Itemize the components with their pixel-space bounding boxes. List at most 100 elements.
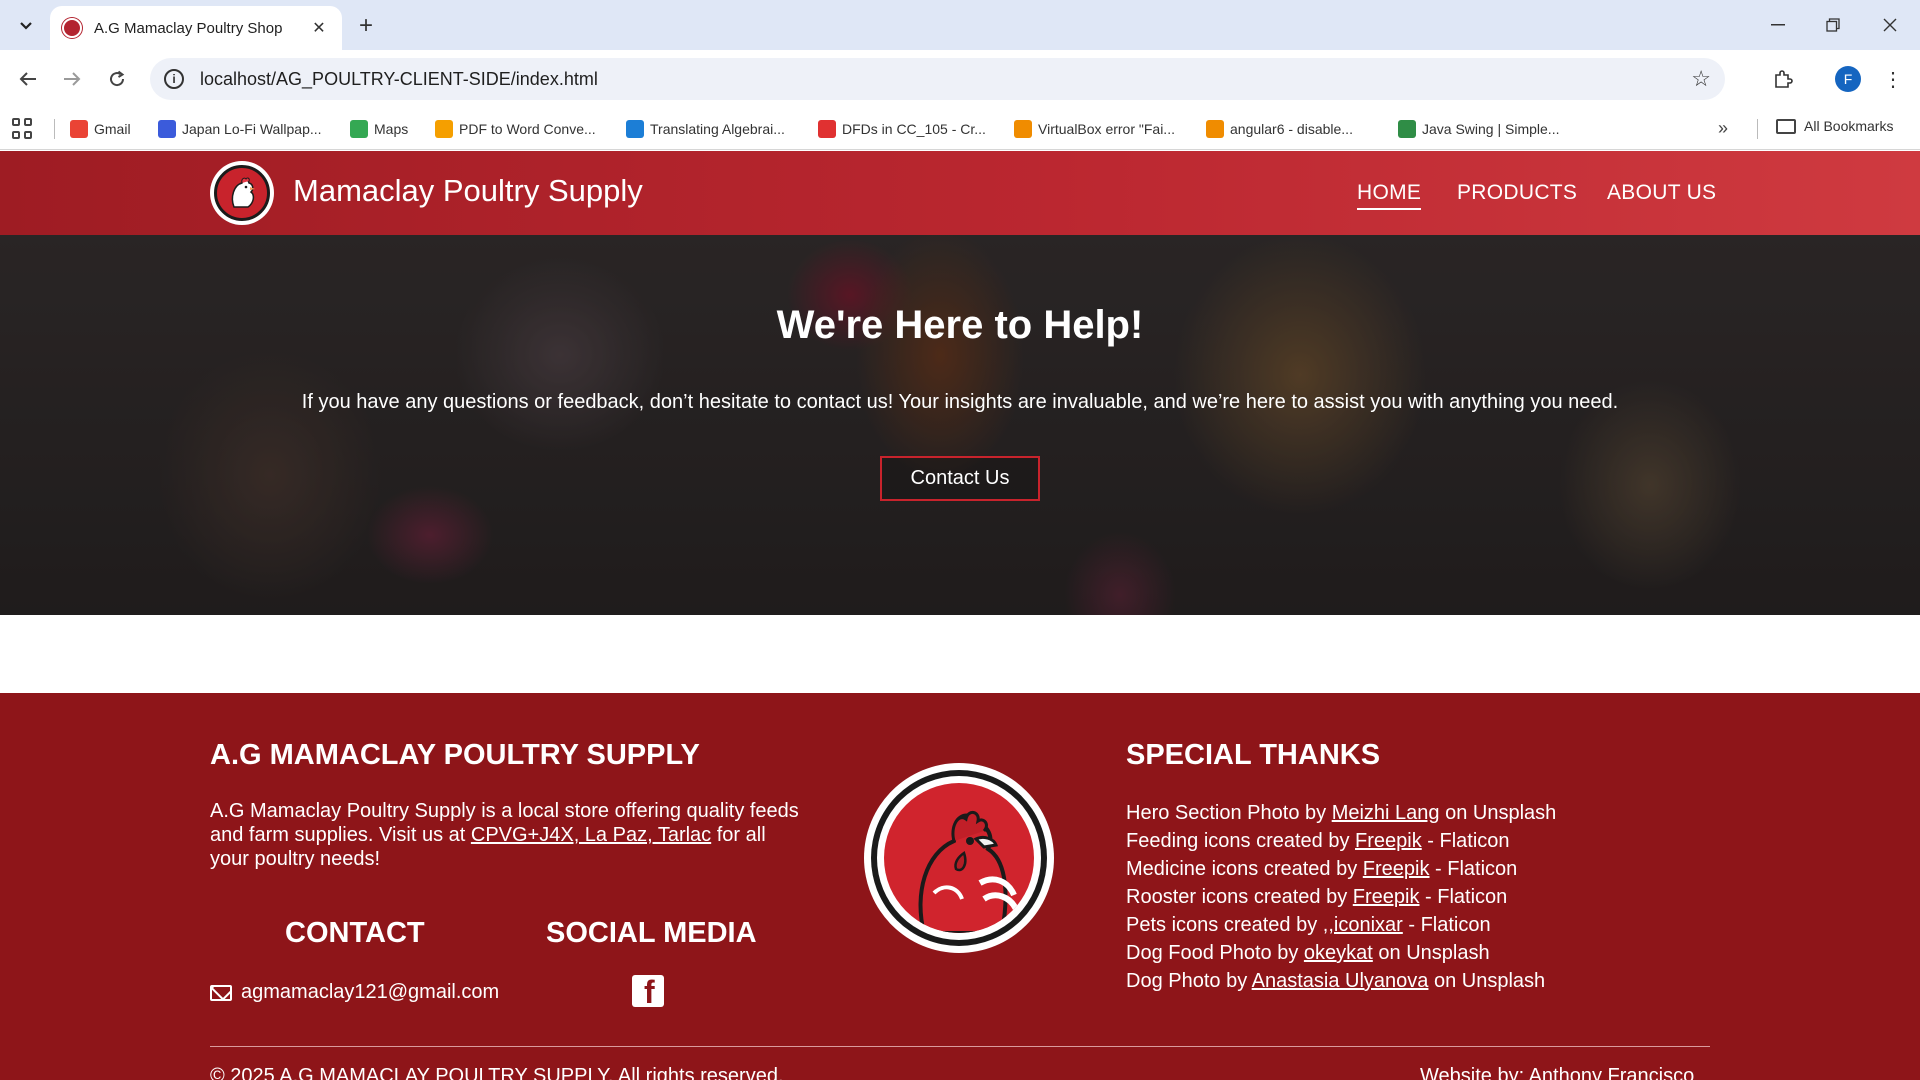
close-window-icon[interactable] — [1870, 8, 1910, 42]
hero-section: We're Here to Help! If you have any ques… — [0, 235, 1920, 615]
thanks-item: Medicine icons created by Freepik - Flat… — [1126, 855, 1556, 883]
contact-email[interactable]: agmamaclay121@gmail.com — [210, 981, 499, 1004]
bookmark-label: Japan Lo-Fi Wallpap... — [182, 121, 322, 137]
more-bookmarks-chevron-icon[interactable]: » — [1718, 118, 1728, 139]
new-tab-plus-icon[interactable]: + — [352, 12, 380, 40]
hero-background-photo — [0, 235, 1920, 615]
browser-menu-icon[interactable]: ⋮ — [1880, 64, 1906, 94]
bookmark-label: DFDs in CC_105 - Cr... — [842, 121, 986, 137]
pdf-converter-icon — [435, 120, 453, 138]
thanks-text: Dog Photo by — [1126, 970, 1252, 992]
nav-link-products[interactable]: PRODUCTS — [1457, 181, 1577, 205]
tab-title: A.G Mamaclay Poultry Shop — [94, 19, 283, 37]
bookmark-item[interactable]: Maps — [350, 118, 408, 140]
nav-link-about-us[interactable]: ABOUT US — [1607, 181, 1716, 205]
tab-search-chevron-icon[interactable] — [12, 12, 40, 40]
credit-link[interactable]: Freepik — [1363, 858, 1430, 880]
contact-us-button[interactable]: Contact Us — [880, 456, 1040, 501]
website-credit: Website by: Anthony Francisco — [1420, 1065, 1695, 1080]
facebook-icon[interactable]: f — [632, 975, 664, 1007]
credit-link[interactable]: ,,iconixar — [1323, 914, 1403, 936]
bookmark-item[interactable]: PDF to Word Conve... — [435, 118, 596, 140]
thanks-item: Rooster icons created by Freepik - Flati… — [1126, 883, 1556, 911]
site-title[interactable]: Mamaclay Poultry Supply — [293, 173, 643, 209]
site-logo[interactable] — [210, 161, 274, 225]
stackoverflow-icon — [1014, 120, 1032, 138]
all-bookmarks-button[interactable]: All Bookmarks — [1776, 118, 1893, 134]
credit-link[interactable]: Meizhi Lang — [1332, 802, 1440, 824]
hero-title: We're Here to Help! — [776, 303, 1144, 347]
thanks-text: Hero Section Photo by — [1126, 802, 1332, 824]
contact-heading: CONTACT — [285, 917, 425, 949]
active-tab[interactable]: A.G Mamaclay Poultry Shop ✕ — [50, 6, 342, 50]
bookmark-item[interactable]: angular6 - disable... — [1206, 118, 1353, 140]
thanks-text: - Flaticon — [1402, 914, 1491, 936]
mail-icon — [210, 984, 232, 1001]
thanks-text: Rooster icons created by — [1126, 886, 1353, 908]
address-bar[interactable]: i localhost/AG_POULTRY-CLIENT-SIDE/index… — [150, 58, 1725, 100]
special-thanks-heading: SPECIAL THANKS — [1126, 739, 1381, 771]
back-arrow-icon[interactable] — [12, 63, 44, 95]
folder-icon — [1776, 118, 1796, 134]
bookmarks-divider — [1757, 119, 1758, 139]
browser-tab-bar: A.G Mamaclay Poultry Shop ✕ + — [0, 0, 1920, 50]
apps-grid-icon[interactable] — [12, 118, 34, 140]
bookmark-label: angular6 - disable... — [1230, 121, 1353, 137]
thanks-text: - Flaticon — [1429, 858, 1518, 880]
thanks-text: - Flaticon — [1421, 830, 1510, 852]
profile-avatar[interactable]: F — [1835, 66, 1861, 92]
footer-brand-heading: A.G MAMACLAY POULTRY SUPPLY — [210, 739, 700, 771]
page-viewport: Mamaclay Poultry Supply HOME PRODUCTS AB… — [0, 151, 1920, 1080]
bookmark-item[interactable]: VirtualBox error "Fai... — [1014, 118, 1175, 140]
maps-icon — [350, 120, 368, 138]
bookmark-star-icon[interactable]: ☆ — [1691, 66, 1711, 92]
thanks-text: Pets icons created by — [1126, 914, 1323, 936]
minimize-icon[interactable] — [1758, 8, 1798, 42]
restore-icon[interactable] — [1813, 8, 1853, 42]
credit-link[interactable]: Freepik — [1355, 830, 1422, 852]
url-text[interactable]: localhost/AG_POULTRY-CLIENT-SIDE/index.h… — [200, 69, 1691, 90]
footer-divider — [210, 1046, 1710, 1047]
site-footer: A.G MAMACLAY POULTRY SUPPLY A.G Mamaclay… — [0, 693, 1920, 1080]
thanks-item: Pets icons created by ,,iconixar - Flati… — [1126, 911, 1556, 939]
bookmark-label: VirtualBox error "Fai... — [1038, 121, 1175, 137]
credit-link[interactable]: Anastasia Ulyanova — [1252, 970, 1429, 992]
stackoverflow-icon — [1206, 120, 1224, 138]
thanks-text: on Unsplash — [1428, 970, 1546, 992]
nav-link-home[interactable]: HOME — [1357, 181, 1422, 210]
rooster-logo-icon — [214, 165, 270, 221]
site-navbar: Mamaclay Poultry Supply HOME PRODUCTS AB… — [0, 151, 1920, 235]
thanks-text: Feeding icons created by — [1126, 830, 1356, 852]
bookmarks-bar: Gmail Japan Lo-Fi Wallpap... Maps PDF to Wo… — [0, 108, 1920, 150]
bookmark-label: Java Swing | Simple... — [1422, 121, 1560, 137]
bookmark-item[interactable]: Japan Lo-Fi Wallpap... — [158, 118, 322, 140]
close-tab-icon[interactable]: ✕ — [308, 17, 330, 39]
thanks-item: Feeding icons created by Freepik - Flati… — [1126, 827, 1556, 855]
translate-site-icon — [626, 120, 644, 138]
special-thanks-list: Hero Section Photo by Meizhi Lang on Uns… — [1126, 799, 1556, 995]
extensions-puzzle-icon[interactable] — [1766, 62, 1800, 96]
credit-link[interactable]: okeykat — [1304, 942, 1373, 964]
store-location-link[interactable]: CPVG+J4X, La Paz, Tarlac — [471, 824, 711, 846]
forward-arrow-icon[interactable] — [56, 63, 88, 95]
thanks-item: Dog Food Photo by okeykat on Unsplash — [1126, 939, 1556, 967]
geeksforgeeks-icon — [1398, 120, 1416, 138]
credit-link[interactable]: Freepik — [1353, 886, 1420, 908]
bookmark-item[interactable]: DFDs in CC_105 - Cr... — [818, 118, 986, 140]
copyright-text: © 2025 A.G MAMACLAY POULTRY SUPPLY. All … — [210, 1065, 784, 1080]
footer-description: A.G Mamaclay Poultry Supply is a local s… — [210, 799, 800, 871]
thanks-text: Medicine icons created by — [1126, 858, 1363, 880]
bookmark-item[interactable]: Gmail — [70, 118, 131, 140]
gmail-icon — [70, 120, 88, 138]
contact-email-text[interactable]: agmamaclay121@gmail.com — [241, 981, 499, 1004]
bookmark-item[interactable]: Java Swing | Simple... — [1398, 118, 1559, 140]
bookmark-label: Translating Algebrai... — [650, 121, 785, 137]
hero-text: If you have any questions or feedback, d… — [301, 391, 1619, 413]
site-info-icon[interactable]: i — [164, 69, 184, 89]
bookmark-label: Gmail — [94, 121, 131, 137]
creately-icon — [818, 120, 836, 138]
rooster-favicon-icon — [62, 18, 82, 38]
thanks-text: Dog Food Photo by — [1126, 942, 1304, 964]
reload-icon[interactable] — [101, 63, 133, 95]
bookmark-item[interactable]: Translating Algebrai... — [626, 118, 785, 140]
